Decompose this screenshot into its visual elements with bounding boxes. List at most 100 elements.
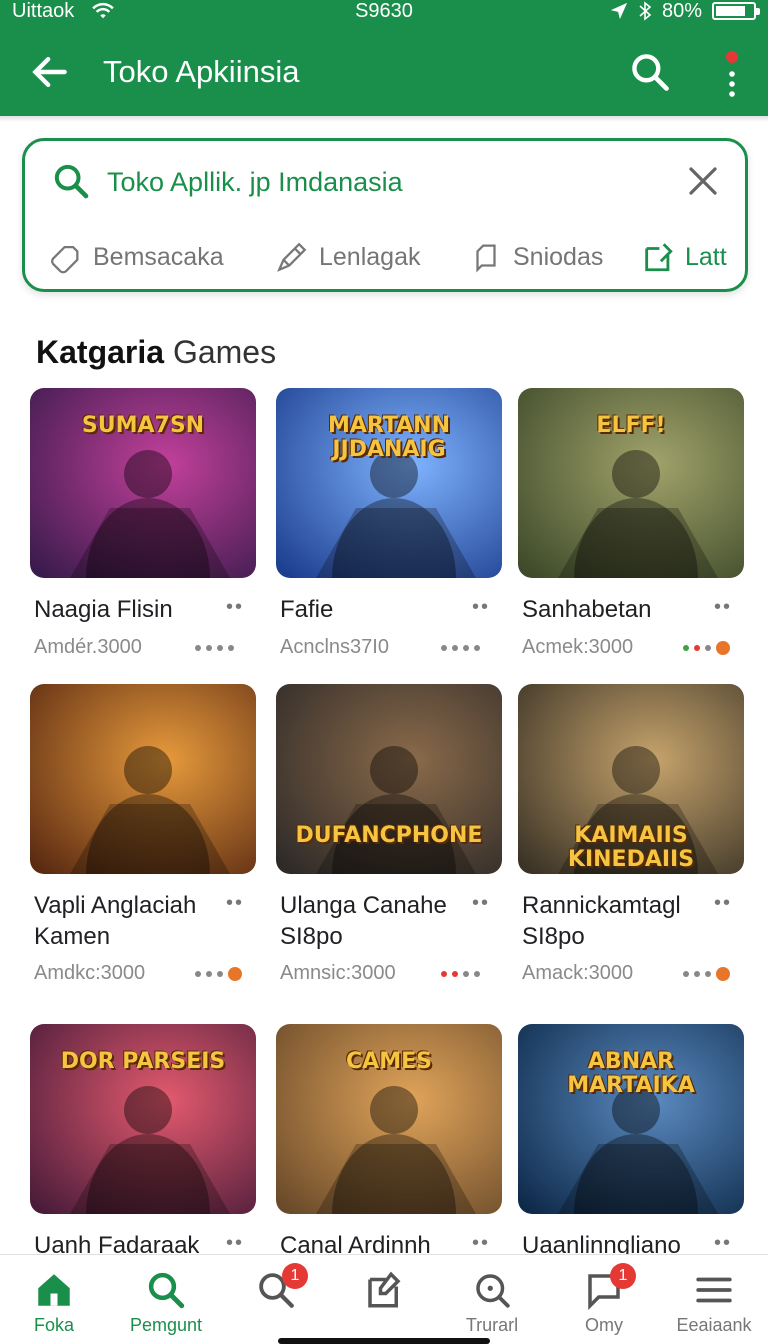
rating-dot: [463, 645, 469, 651]
search-input[interactable]: Toko Apllik. jp Imdanasia: [107, 165, 403, 199]
game-title: Vapli Anglaciah Kamen: [34, 892, 197, 950]
nav-home[interactable]: Foka: [0, 1269, 108, 1343]
game-card[interactable]: DUFANCPHONE Ulanga Canahe SI8po •• Amnsic:3…: [276, 684, 508, 984]
game-art-text: KAIMAIIS KINEDAIIS: [567, 823, 695, 872]
more-horiz-icon[interactable]: ••: [714, 596, 732, 619]
notification-badge: 1: [282, 1263, 308, 1289]
rating-dot: [463, 971, 469, 977]
more-vert-icon[interactable]: [712, 48, 752, 98]
rating-dot: [716, 967, 730, 981]
back-arrow-icon[interactable]: [28, 50, 72, 94]
game-card[interactable]: SUMA7SN Naagia Flisin •• Amdér.3000: [30, 388, 262, 678]
game-card[interactable]: Vapli Anglaciah Kamen •• Amdkc:3000: [30, 684, 262, 984]
nav-label: Omy: [585, 1315, 623, 1335]
more-horiz-icon[interactable]: ••: [226, 596, 244, 619]
more-horiz-icon[interactable]: ••: [472, 596, 490, 619]
chip-bemsacaka[interactable]: Bemsacaka: [49, 237, 224, 277]
rating-dot: [694, 971, 700, 977]
game-title: Rannickamtagl SI8po: [522, 892, 681, 950]
rating-dots: [683, 638, 730, 655]
nav-menu[interactable]: Eeaiaank: [660, 1269, 768, 1343]
rating-dot: [441, 971, 447, 977]
search-icon: [54, 164, 89, 199]
game-title: Sanhabetan: [522, 596, 652, 623]
rating-dot: [217, 971, 223, 977]
search-icon[interactable]: [628, 50, 672, 94]
game-thumbnail[interactable]: DUFANCPHONE: [276, 684, 502, 874]
more-horiz-icon[interactable]: ••: [226, 892, 244, 915]
chip-lenlagak[interactable]: Lenlagak: [275, 237, 420, 277]
game-art-text: MARTANN JJDANAIG: [327, 413, 451, 462]
nav-search-alt[interactable]: 1: [222, 1263, 330, 1343]
nav-label: Pemgunt: [129, 1315, 203, 1335]
game-thumbnail[interactable]: ABNAR MARTAIKA: [518, 1024, 744, 1214]
game-card[interactable]: CAMES Canal Ardinnh ••: [276, 1024, 508, 1259]
status-bar: Uittaok S9630 80%: [0, 0, 768, 26]
rating-dot: [683, 645, 689, 651]
game-art-text: ABNAR MARTAIKA: [567, 1049, 695, 1098]
game-thumbnail[interactable]: SUMA7SN: [30, 388, 256, 578]
rating-dot: [716, 641, 730, 655]
nav-label: Trurarl: [465, 1315, 519, 1335]
nav-search[interactable]: Pemgunt: [112, 1269, 220, 1343]
more-horiz-icon[interactable]: ••: [714, 1232, 732, 1255]
more-horiz-icon[interactable]: ••: [714, 892, 732, 915]
rating-dot: [474, 971, 480, 977]
game-card[interactable]: ELFF! Sanhabetan •• Acmek:3000: [518, 388, 750, 678]
game-thumbnail[interactable]: CAMES: [276, 1024, 502, 1214]
rating-dots: [683, 964, 730, 981]
pencil-icon: [277, 242, 307, 272]
home-indicator[interactable]: [278, 1338, 490, 1344]
game-art-text: ELFF!: [596, 413, 666, 438]
game-thumbnail[interactable]: KAIMAIIS KINEDAIIS: [518, 684, 744, 874]
game-art-image: [30, 684, 256, 874]
game-card[interactable]: DOR PARSEIS Uanh Fadaraak ••: [30, 1024, 262, 1259]
rating-dot: [228, 645, 234, 651]
rating-dot: [195, 971, 201, 977]
chip-label: Latt: [685, 242, 727, 271]
rating-dot: [217, 645, 223, 651]
chip-sniodas[interactable]: Sniodas: [469, 237, 603, 277]
app-title: Toko Apkiinsia: [103, 54, 300, 89]
game-meta: Amack:3000: [522, 962, 634, 984]
rating-dot: [705, 645, 711, 651]
search-card: Toko Apllik. jp Imdanasia Bemsacaka Lenl…: [22, 138, 748, 292]
rating-dot: [228, 967, 242, 981]
game-art-text: DUFANCPHONE: [295, 823, 483, 848]
game-thumbnail[interactable]: DOR PARSEIS: [30, 1024, 256, 1214]
game-card[interactable]: KAIMAIIS KINEDAIIS Rannickamtagl SI8po •• A…: [518, 684, 750, 984]
rating-dot: [206, 971, 212, 977]
game-title: Naagia Flisin: [34, 596, 173, 623]
nav-edit[interactable]: [330, 1269, 438, 1343]
rating-dot: [694, 645, 700, 651]
game-thumbnail[interactable]: [30, 684, 256, 874]
rating-dot: [441, 645, 447, 651]
tag-icon: [51, 245, 79, 274]
battery-percent: 80%: [661, 0, 702, 22]
more-horiz-icon[interactable]: ••: [472, 1232, 490, 1255]
notification-badge: 1: [610, 1263, 636, 1289]
section-title-light: Games: [172, 334, 277, 370]
close-icon[interactable]: [685, 163, 721, 199]
rating-dot: [452, 645, 458, 651]
rating-dot: [474, 645, 480, 651]
game-card[interactable]: MARTANN JJDANAIG Fafie •• Acnclns37I0: [276, 388, 508, 678]
rating-dot: [705, 971, 711, 977]
game-thumbnail[interactable]: ELFF!: [518, 388, 744, 578]
chip-label: Bemsacaka: [93, 242, 224, 271]
nav-omy[interactable]: 1 Omy: [550, 1263, 658, 1343]
battery-icon: [712, 2, 760, 20]
more-horiz-icon[interactable]: ••: [226, 1232, 244, 1255]
nav-label: Eeaiaank: [676, 1315, 752, 1335]
search-icon: [148, 1272, 185, 1309]
game-title: Ulanga Canahe SI8po: [280, 892, 447, 950]
section-title: Katgaria Games: [36, 332, 276, 372]
game-card[interactable]: ABNAR MARTAIKA Uaanlinngliano ••: [518, 1024, 750, 1259]
menu-icon: [696, 1277, 732, 1303]
game-meta: Acmek:3000: [522, 636, 634, 658]
more-horiz-icon[interactable]: ••: [472, 892, 490, 915]
search-icon: [476, 1274, 510, 1308]
chip-latt[interactable]: Latt: [641, 237, 727, 277]
nav-trurarl[interactable]: Trurarl: [438, 1269, 546, 1343]
game-thumbnail[interactable]: MARTANN JJDANAIG: [276, 388, 502, 578]
